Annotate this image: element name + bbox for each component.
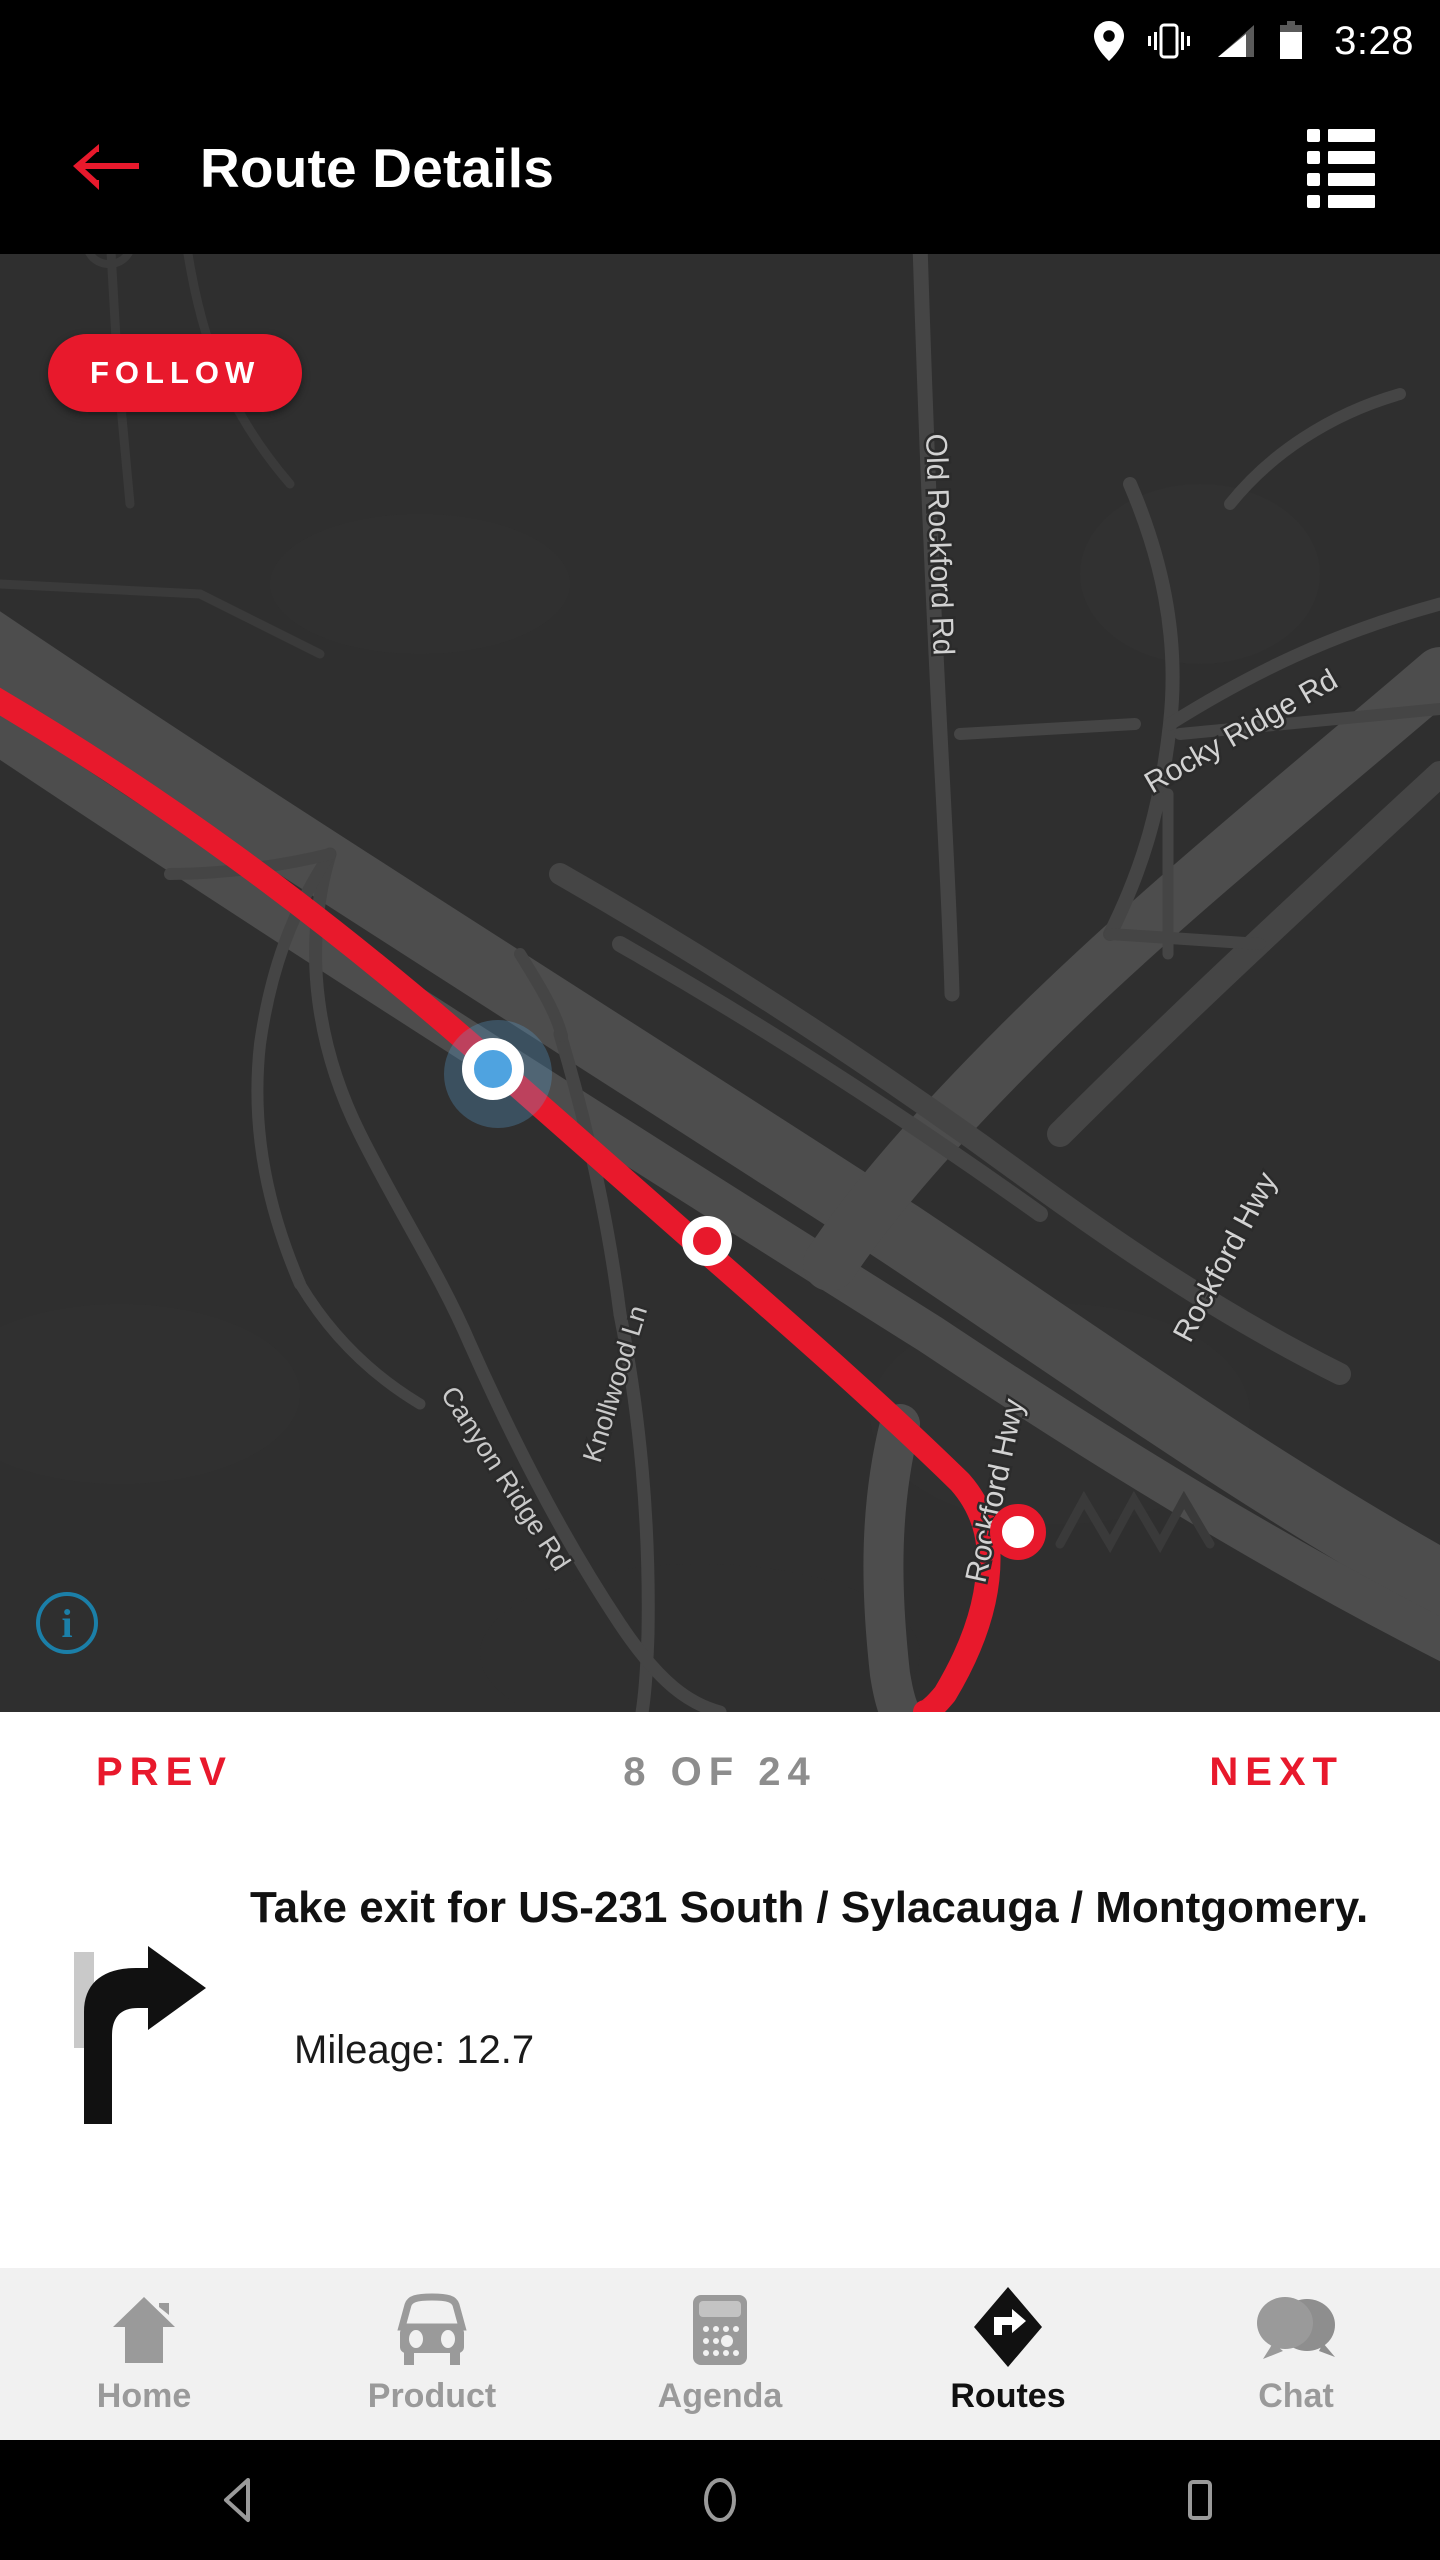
map-vector-layer: .rd { stroke:#454545; fill:none; stroke-…: [0, 254, 1440, 1712]
tab-label-agenda: Agenda: [657, 2376, 783, 2415]
back-button[interactable]: [44, 108, 164, 228]
route-waypoint-marker[interactable]: [682, 1216, 732, 1266]
home-icon: [107, 2293, 181, 2367]
step-counter: 8 OF 24: [623, 1749, 817, 1794]
android-recents-button[interactable]: [1120, 2440, 1280, 2560]
follow-button[interactable]: FOLLOW: [48, 334, 303, 412]
step-navigation-row: PREV 8 OF 24 NEXT: [0, 1712, 1440, 1832]
android-back-button[interactable]: [160, 2440, 320, 2560]
mileage-text: Mileage: 12.7: [294, 2028, 535, 2073]
android-home-button[interactable]: [640, 2440, 800, 2560]
current-location-marker[interactable]: [462, 1038, 524, 1100]
list-view-icon: [1307, 128, 1375, 208]
routes-diamond-icon: [968, 2286, 1048, 2367]
instruction-text-wrap: Take exit for US-231 South / Sylacauga /…: [240, 1880, 1370, 2137]
car-icon: [390, 2292, 474, 2367]
tab-label-routes: Routes: [950, 2376, 1066, 2415]
nav-home-icon: [704, 2478, 736, 2522]
maneuver-icon-wrap: [60, 1880, 240, 2137]
instruction-text: Take exit for US-231 South / Sylacauga /…: [250, 1883, 1369, 1932]
status-bar: 3:28: [0, 0, 1440, 82]
location-pin-icon: [1094, 21, 1125, 61]
page-title: Route Details: [200, 137, 555, 199]
tab-agenda[interactable]: Agenda: [576, 2268, 864, 2440]
tab-label-home: Home: [96, 2376, 192, 2415]
app-bar: Route Details: [0, 82, 1440, 254]
signal-bars-icon: [1214, 21, 1256, 61]
tab-routes[interactable]: Routes: [864, 2268, 1152, 2440]
map-info-button[interactable]: i: [36, 1592, 98, 1654]
back-arrow-icon: [73, 144, 139, 190]
chat-bubbles-icon: [1253, 2293, 1339, 2367]
map-canvas[interactable]: .rd { stroke:#454545; fill:none; stroke-…: [0, 254, 1440, 1712]
nav-back-icon: [224, 2478, 250, 2522]
route-list-button[interactable]: [1286, 113, 1396, 223]
nav-recents-icon: [1188, 2480, 1212, 2520]
status-bar-clock: 3:28: [1334, 18, 1414, 63]
exit-right-arrow-icon: [74, 1946, 206, 2124]
tab-label-chat: Chat: [1258, 2376, 1334, 2415]
next-step-button[interactable]: NEXT: [1209, 1750, 1344, 1795]
vibrate-icon: [1146, 21, 1192, 61]
battery-icon: [1278, 21, 1304, 61]
active-maneuver-marker[interactable]: [990, 1504, 1046, 1560]
device-icon: [687, 2293, 753, 2367]
tab-label-product: Product: [367, 2376, 497, 2415]
tab-chat[interactable]: Chat: [1152, 2268, 1440, 2440]
tab-product[interactable]: Product: [288, 2268, 576, 2440]
prev-step-button[interactable]: PREV: [96, 1750, 233, 1795]
bottom-tab-bar: Home Product Agenda Routes Chat: [0, 2268, 1440, 2440]
tab-home[interactable]: Home: [0, 2268, 288, 2440]
android-navigation-bar: [0, 2440, 1440, 2560]
instruction-block: Take exit for US-231 South / Sylacauga /…: [0, 1832, 1440, 2137]
route-step-panel: PREV 8 OF 24 NEXT Take exit for US-231 S…: [0, 1712, 1440, 2268]
phone-screen: 3:28 Route Details .rd { stroke:#454545;…: [0, 0, 1440, 2560]
